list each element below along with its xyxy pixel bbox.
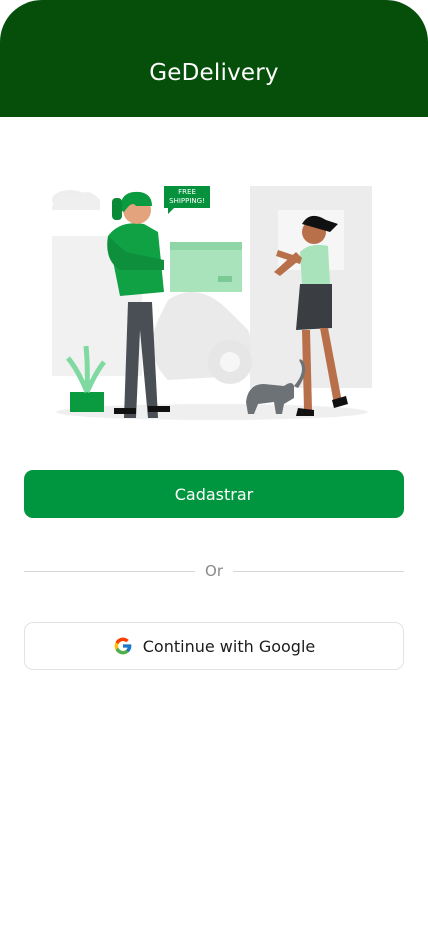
or-divider: Or: [24, 560, 405, 582]
google-g-icon: [114, 637, 132, 655]
delivery-illustration: FREE SHIPPING!: [52, 186, 372, 420]
badge-line-2: SHIPPING!: [169, 197, 205, 205]
google-signin-button[interactable]: Continue with Google: [24, 622, 404, 670]
google-signin-label: Continue with Google: [142, 636, 316, 656]
register-button[interactable]: Cadastrar: [24, 470, 404, 518]
divider-label: Or: [205, 562, 223, 580]
app-title: GeDelivery: [149, 60, 279, 86]
divider-line-left: [24, 570, 196, 572]
divider-line-right: [233, 570, 405, 572]
badge-line-1: FREE: [178, 188, 196, 196]
app-header: GeDelivery: [0, 0, 428, 117]
